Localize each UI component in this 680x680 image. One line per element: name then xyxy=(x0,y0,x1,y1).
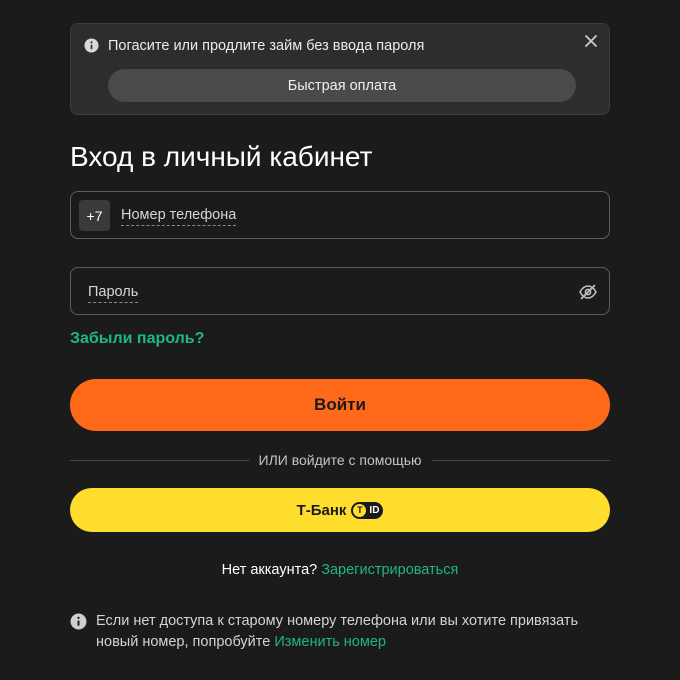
footer-note-text: Если нет доступа к старому номеру телефо… xyxy=(96,611,596,653)
banner-text: Погасите или продлите займ без ввода пар… xyxy=(108,38,425,54)
country-code-badge[interactable]: +7 xyxy=(79,200,110,231)
tbank-id-text: ID xyxy=(369,504,380,516)
page-title: Вход в личный кабинет xyxy=(70,141,373,172)
register-row: Нет аккаунта? Зарегистрироваться xyxy=(0,561,680,579)
tbank-label: Т-Банк xyxy=(296,501,347,519)
no-account-text: Нет аккаунта? xyxy=(221,562,318,578)
info-icon xyxy=(70,613,87,630)
divider-line-left xyxy=(70,459,249,461)
close-icon[interactable] xyxy=(584,34,598,48)
quick-pay-button[interactable]: Быстрая оплата xyxy=(108,69,576,102)
tbank-id-button[interactable]: Т-Банк Т ID xyxy=(70,488,610,532)
tbank-shield-icon: Т xyxy=(353,503,367,517)
password-placeholder: Пароль xyxy=(88,283,139,303)
forgot-password-link[interactable]: Забыли пароль? xyxy=(70,329,204,349)
divider-line-right xyxy=(431,459,610,461)
tbank-id-badge-icon: Т ID xyxy=(351,501,384,519)
info-icon xyxy=(84,38,99,53)
eye-off-icon[interactable] xyxy=(578,282,598,302)
divider-text: ИЛИ войдите с помощью xyxy=(258,452,422,468)
or-divider: ИЛИ войдите с помощью xyxy=(70,451,610,469)
login-button[interactable]: Войти xyxy=(70,379,610,431)
password-field[interactable]: Пароль xyxy=(70,267,610,315)
phone-field[interactable]: +7 Номер телефона xyxy=(70,191,610,239)
change-number-link[interactable]: Изменить номер xyxy=(274,634,386,650)
register-link[interactable]: Зарегистрироваться xyxy=(321,562,458,578)
quick-pay-banner: Погасите или продлите займ без ввода пар… xyxy=(70,23,610,115)
phone-placeholder: Номер телефона xyxy=(121,206,237,226)
